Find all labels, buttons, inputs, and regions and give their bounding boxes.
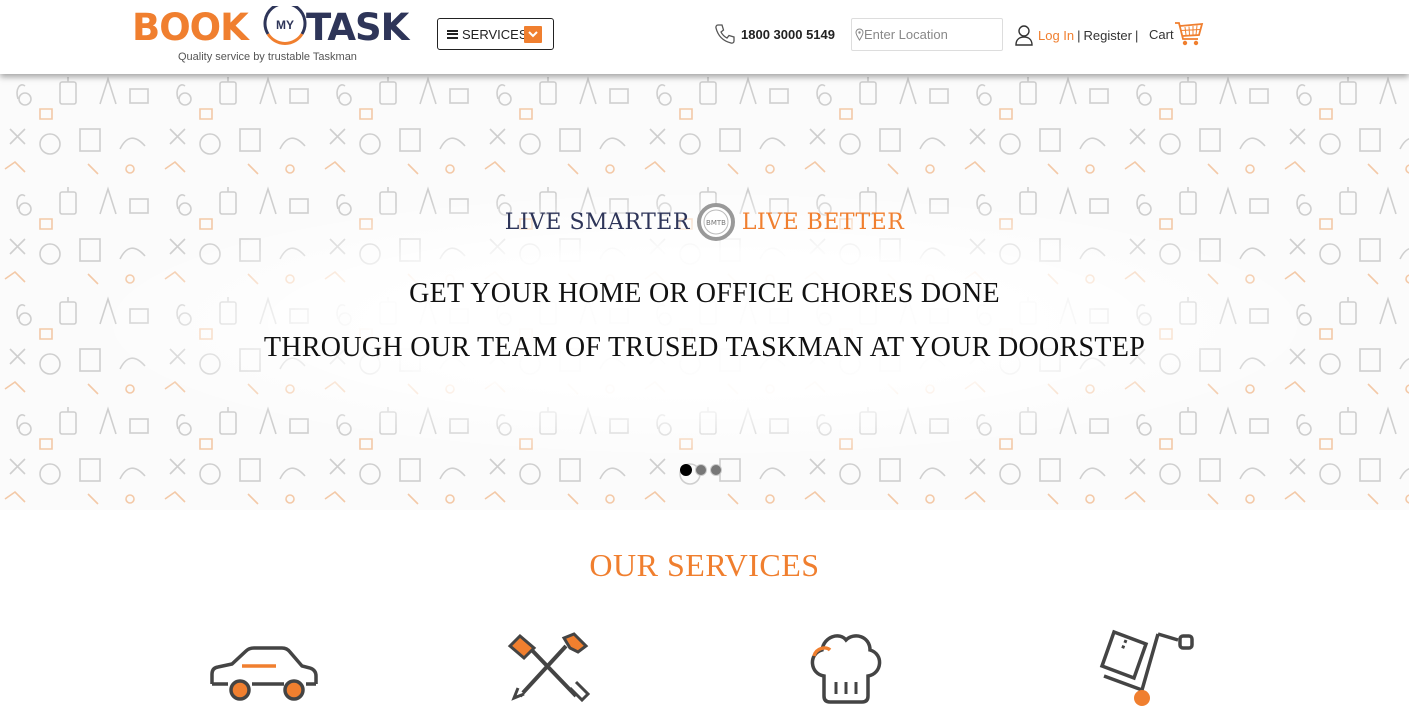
separator: | [1077, 27, 1081, 43]
logo-tagline: Quality service by trustable Taskman [178, 51, 357, 63]
register-link[interactable]: Register [1084, 28, 1132, 43]
bmt-badge-text: BMTB [706, 219, 726, 227]
chef-hat-icon[interactable] [810, 634, 882, 704]
cart-link[interactable]: Cart [1149, 20, 1204, 48]
cart-label: Cart [1149, 26, 1174, 42]
hamburger-icon [447, 29, 458, 39]
car-icon[interactable] [206, 644, 320, 704]
account-links: Log In | Register | [1014, 24, 1141, 46]
hero-headline-2: THROUGH OUR TEAM OF TRUSED TASKMAN AT YO… [263, 332, 1146, 363]
cart-icon [1174, 22, 1203, 46]
tagline-right: LIVE BETTER [741, 209, 905, 235]
tagline-left: LIVE SMARTER [504, 209, 690, 235]
location-pin-icon [855, 28, 864, 41]
bmt-badge-icon: BMTB [696, 203, 735, 241]
logo-task: TASK [306, 6, 409, 49]
services-heading: OUR SERVICES [589, 547, 820, 583]
tools-icon[interactable] [506, 632, 592, 704]
phone-contact[interactable]: 1800 3000 5149 [713, 22, 835, 46]
logo-my-ring: MY [260, 2, 310, 50]
login-link[interactable]: Log In [1038, 28, 1074, 43]
bookmytask-logo[interactable]: BOOK MY TASK Quality service by trustabl… [132, 2, 422, 66]
location-input[interactable] [864, 27, 994, 42]
phone-icon [715, 24, 735, 44]
slider-dot-3[interactable] [710, 464, 722, 476]
site-header: BOOK MY TASK Quality service by trustabl… [0, 0, 1409, 74]
hero-headline-1: GET YOUR HOME OR OFFICE CHORES DONE [409, 278, 1000, 309]
chevron-down-icon [524, 26, 542, 43]
logo-my: MY [276, 18, 294, 32]
slider-dot-2[interactable] [695, 464, 707, 476]
slider-dot-1[interactable] [680, 464, 692, 476]
phone-number: 1800 3000 5149 [741, 26, 835, 42]
location-field[interactable] [851, 18, 1003, 51]
logo-book: BOOK [132, 6, 249, 49]
hand-truck-icon[interactable] [1096, 626, 1198, 710]
services-button-label: SERVICES [462, 26, 528, 42]
hero-tagline: LIVE SMARTER BMTB LIVE BETTER [0, 200, 1409, 244]
services-menu-button[interactable]: SERVICES [437, 18, 554, 50]
user-icon [1015, 25, 1033, 46]
hero-banner: LIVE SMARTER BMTB LIVE BETTER GET YOUR H… [0, 74, 1409, 510]
slider-dots [680, 464, 722, 476]
separator: | [1134, 27, 1139, 43]
